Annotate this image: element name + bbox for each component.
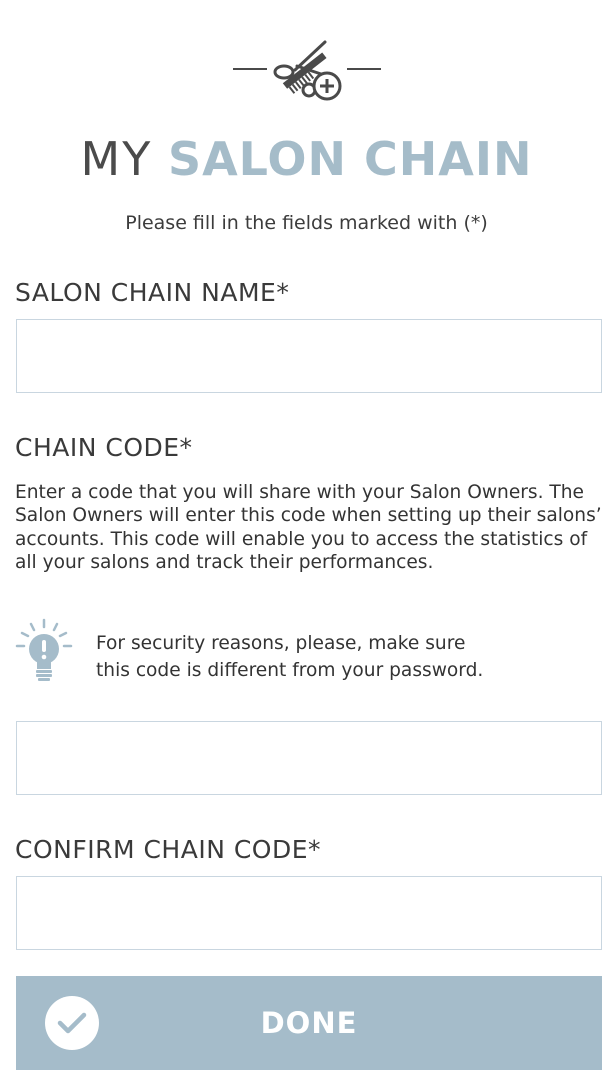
security-tip-text: For security reasons, please, make sure … bbox=[96, 630, 596, 684]
page-title-prefix: MY bbox=[80, 132, 153, 186]
page-title: MY SALON CHAIN bbox=[0, 130, 613, 188]
chain-code-label: CHAIN CODE* bbox=[15, 433, 193, 462]
security-tip: For security reasons, please, make sure … bbox=[14, 618, 604, 688]
header-emblem bbox=[0, 34, 613, 104]
confirm-chain-code-label: CONFIRM CHAIN CODE* bbox=[15, 835, 322, 864]
required-fields-note: Please fill in the fields marked with (*… bbox=[125, 212, 488, 234]
confirm-chain-code-input[interactable] bbox=[16, 876, 602, 950]
left-dash bbox=[232, 68, 267, 70]
done-button-label: DONE bbox=[260, 1006, 358, 1040]
done-button[interactable]: DONE bbox=[16, 976, 602, 1070]
salon-chain-form: MY SALON CHAIN Please fill in the fields… bbox=[0, 0, 613, 1082]
chain-code-input[interactable] bbox=[16, 721, 602, 795]
security-tip-line-1: For security reasons, please, make sure bbox=[96, 633, 466, 654]
scissors-comb-plus-icon bbox=[267, 34, 347, 104]
chain-name-input[interactable] bbox=[16, 319, 602, 393]
lightbulb-icon bbox=[14, 618, 76, 684]
right-dash bbox=[346, 68, 381, 70]
chain-name-label: SALON CHAIN NAME* bbox=[15, 278, 290, 307]
chain-code-description: Enter a code that you will share with yo… bbox=[15, 482, 602, 574]
page-title-main: SALON CHAIN bbox=[167, 132, 533, 186]
security-tip-line-2: this code is different from your passwor… bbox=[96, 660, 484, 681]
